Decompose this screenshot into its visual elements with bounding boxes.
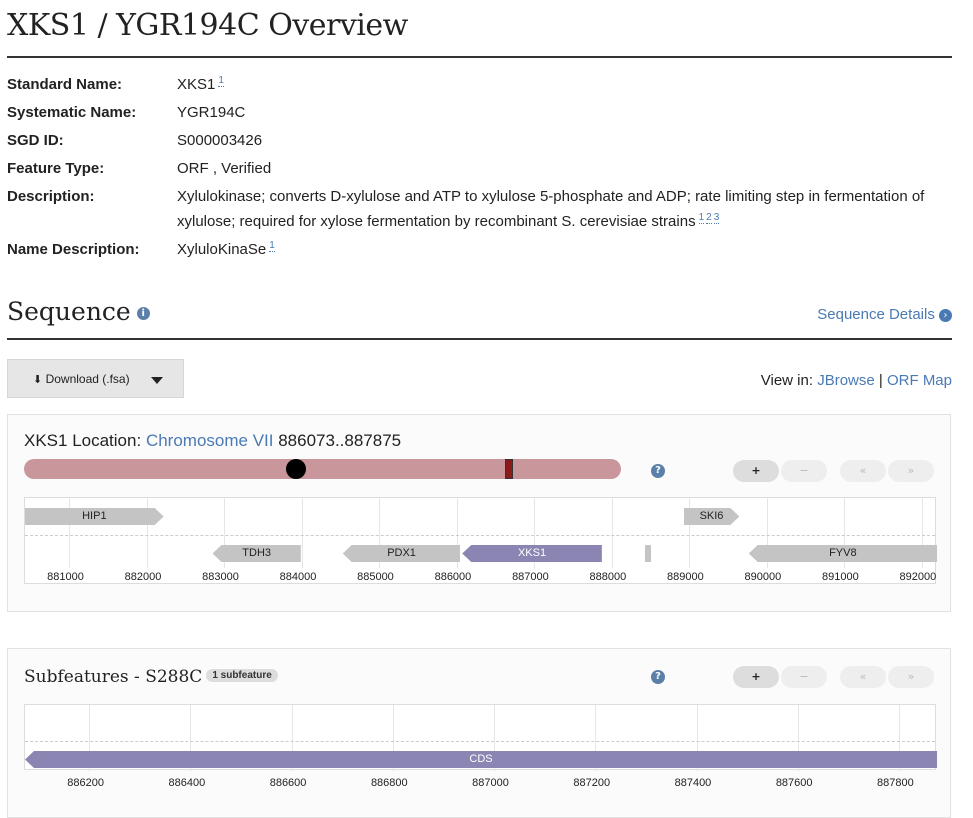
link-separator: | [878, 372, 883, 389]
grid-line [611, 498, 613, 568]
reference-link[interactable]: 2 [706, 212, 712, 224]
view-in-label: View in: [760, 372, 814, 389]
sequence-divider [7, 338, 952, 340]
zoom-in-button[interactable]: + [733, 666, 779, 688]
subfeatures-title: Subfeatures - S288C 1 subfeature [24, 667, 278, 687]
pan-left-button[interactable]: « [840, 666, 886, 688]
axis-tick-label: 885000 [357, 571, 394, 583]
axis-tick-label: 890000 [744, 571, 782, 583]
title-divider [7, 56, 952, 58]
sequence-title-text: Sequence [7, 297, 131, 326]
view-in: View in: JBrowse | ORF Map [761, 372, 952, 389]
cds-feature[interactable]: CDS [25, 751, 937, 768]
location-title-prefix: XKS1 Location: [24, 431, 142, 450]
sequence-section-title: Sequence i [7, 297, 150, 326]
subfeatures-title-text: Subfeatures - S288C [24, 667, 203, 687]
chevron-right-icon: › [939, 308, 952, 322]
axis-tick-label: 886000 [434, 571, 472, 583]
caret-down-icon[interactable] [151, 377, 163, 384]
zoom-in-button[interactable]: + [733, 460, 779, 482]
description-value: Xylulokinase; converts D-xylulose and AT… [177, 188, 925, 230]
strand-divider [25, 535, 935, 536]
feature-type-value: ORF , Verified [177, 160, 272, 177]
axis-tick-label: 886400 [168, 777, 206, 789]
axis-tick-label: 886200 [67, 777, 104, 789]
feature-type-label: Feature Type: [7, 160, 105, 177]
axis-tick-label: 884000 [279, 571, 317, 583]
axis-tick-label: 888000 [589, 571, 627, 583]
axis-tick-label: 892000 [899, 571, 937, 583]
axis-tick-label: 887600 [775, 777, 813, 789]
gene-feature[interactable] [644, 545, 652, 562]
standard-name-label: Standard Name: [7, 76, 123, 93]
centromere-marker [286, 459, 306, 479]
gene-fyv8[interactable]: FYV8 [748, 545, 937, 562]
sgd-id-value: S000003426 [177, 132, 263, 149]
axis-tick-label: 889000 [667, 571, 704, 583]
download-icon: ⬇ [33, 374, 43, 386]
systematic-name-label: Systematic Name: [7, 104, 137, 121]
reference-link[interactable]: 1 [698, 212, 705, 224]
location-track[interactable]: 881000 882000 883000 884000 885000 886000 8870… [24, 497, 937, 584]
download-fsa-button[interactable]: ⬇ Download (.fsa) [7, 359, 184, 398]
orf-map-link[interactable]: ORF Map [887, 372, 952, 389]
description-label: Description: [7, 188, 95, 205]
systematic-name-value: YGR194C [177, 104, 246, 121]
gene-ski6[interactable]: SKI6 [684, 508, 740, 525]
sgd-id-label: SGD ID: [7, 132, 64, 149]
axis-tick-label: 886600 [269, 777, 307, 789]
subfeatures-panel: Subfeatures - S288C 1 subfeature ? + − « … [7, 648, 951, 818]
chromosome-link[interactable]: Chromosome VII [146, 431, 274, 450]
name-description-label: Name Description: [7, 241, 140, 258]
page-title: XKS1 / YGR194C Overview [7, 8, 408, 43]
info-icon[interactable]: i [136, 307, 150, 320]
gene-xks1[interactable]: XKS1 [462, 545, 602, 562]
subfeature-count-badge: 1 subfeature [206, 669, 278, 682]
pan-left-button[interactable]: « [840, 460, 886, 482]
download-label: Download (.fsa) [45, 372, 130, 386]
reference-link[interactable]: 1 [269, 240, 275, 252]
location-title: XKS1 Location: Chromosome VII 886073..88… [24, 431, 401, 451]
subfeature-track[interactable]: 886200 886400 886600 886800 887000 887200 8874… [24, 704, 937, 789]
gene-tdh3[interactable]: TDH3 [212, 545, 301, 562]
axis-tick-label: 891000 [822, 571, 859, 583]
sequence-details-link[interactable]: Sequence Details › [817, 306, 952, 323]
grid-line [301, 498, 303, 568]
gene-hip1[interactable]: HIP1 [25, 508, 164, 525]
axis-tick-label: 887800 [877, 777, 914, 789]
strand-divider [25, 741, 935, 742]
sequence-details-text[interactable]: Sequence Details [817, 306, 935, 323]
location-range: 886073..887875 [278, 431, 402, 450]
location-panel: XKS1 Location: Chromosome VII 886073..88… [7, 414, 951, 612]
help-icon[interactable]: ? [651, 464, 665, 478]
axis-tick-label: 881000 [47, 571, 84, 583]
standard-name-value: XKS1 [177, 76, 216, 93]
axis-tick-label: 882000 [124, 571, 162, 583]
reference-link[interactable]: 1 [218, 75, 224, 87]
axis-tick-label: 887400 [674, 777, 712, 789]
help-icon[interactable]: ? [651, 670, 665, 684]
chromosome-bar[interactable] [24, 459, 621, 479]
name-description-value: XyluloKinaSe [177, 241, 267, 258]
axis-tick-label: 887000 [472, 777, 509, 789]
reference-link[interactable]: 3 [713, 212, 720, 224]
axis-tick-label: 887000 [512, 571, 549, 583]
pan-right-button[interactable]: » [888, 460, 934, 482]
gene-pdx1[interactable]: PDX1 [342, 545, 461, 562]
pan-right-button[interactable]: » [888, 666, 934, 688]
axis-tick-label: 883000 [202, 571, 239, 583]
jbrowse-link[interactable]: JBrowse [817, 372, 875, 389]
zoom-out-button[interactable]: − [781, 666, 827, 688]
axis-tick-label: 887200 [573, 777, 611, 789]
axis-tick-label: 886800 [370, 777, 408, 789]
location-marker [505, 459, 513, 479]
zoom-out-button[interactable]: − [781, 460, 827, 482]
